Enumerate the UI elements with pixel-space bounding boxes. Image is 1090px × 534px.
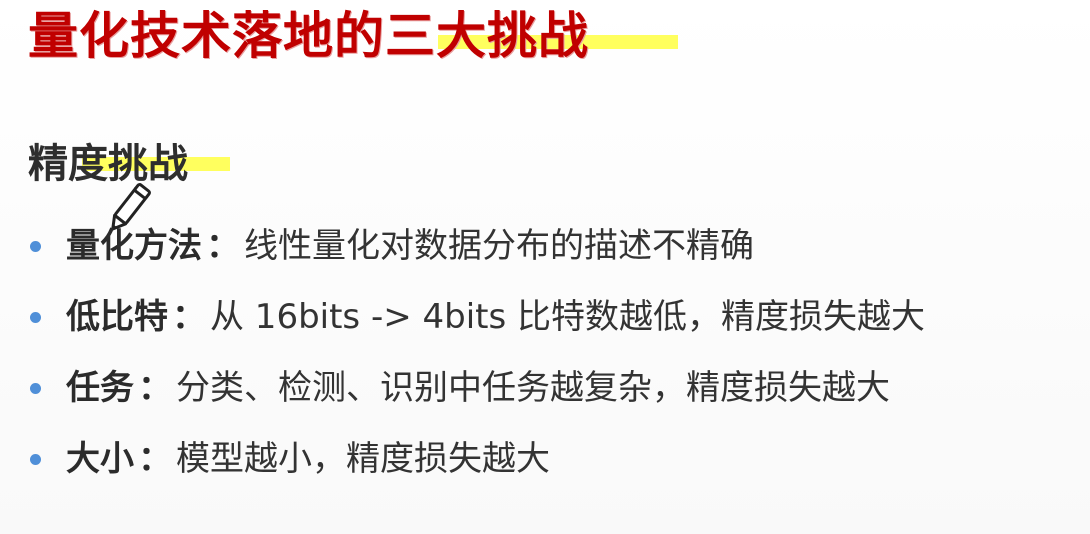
- bullet-separator: ：: [138, 439, 172, 479]
- bullet-line: 量化方法：线性量化对数据分布的描述不精确: [66, 220, 754, 272]
- slide: 量化技术落地的三大挑战 精度挑战 量化方法：线性量化对数据分布的描述不精确 低比…: [0, 0, 1090, 534]
- bullet-term: 大小: [66, 439, 134, 479]
- bullet-dot-icon: [30, 383, 41, 394]
- bullet-text: 分类、检测、识别中任务越复杂，精度损失越大: [176, 368, 890, 408]
- bullet-list: 量化方法：线性量化对数据分布的描述不精确 低比特：从 16bits -> 4bi…: [28, 214, 1088, 498]
- bullet-item: 量化方法：线性量化对数据分布的描述不精确: [28, 214, 1088, 285]
- bullet-separator: ：: [172, 297, 206, 337]
- bullet-dot-icon: [30, 312, 41, 323]
- bullet-dot-icon: [30, 241, 41, 252]
- bullet-line: 大小：模型越小，精度损失越大: [66, 433, 550, 485]
- bullet-line: 低比特：从 16bits -> 4bits 比特数越低，精度损失越大: [66, 291, 925, 343]
- slide-title: 量化技术落地的三大挑战: [28, 7, 589, 65]
- bullet-item: 大小：模型越小，精度损失越大: [28, 427, 1088, 498]
- bullet-separator: ：: [206, 226, 240, 266]
- bullet-line: 任务：分类、检测、识别中任务越复杂，精度损失越大: [66, 362, 890, 414]
- bullet-text: 模型越小，精度损失越大: [176, 439, 550, 479]
- bullet-term: 量化方法: [66, 226, 202, 266]
- bullet-item: 低比特：从 16bits -> 4bits 比特数越低，精度损失越大: [28, 285, 1088, 356]
- bullet-dot-icon: [30, 454, 41, 465]
- bullet-item: 任务：分类、检测、识别中任务越复杂，精度损失越大: [28, 356, 1088, 427]
- bullet-text: 线性量化对数据分布的描述不精确: [244, 226, 754, 266]
- bullet-separator: ：: [138, 368, 172, 408]
- bullet-term: 任务: [66, 368, 134, 408]
- bullet-text: 从 16bits -> 4bits 比特数越低，精度损失越大: [210, 297, 926, 337]
- bullet-term: 低比特: [66, 297, 168, 337]
